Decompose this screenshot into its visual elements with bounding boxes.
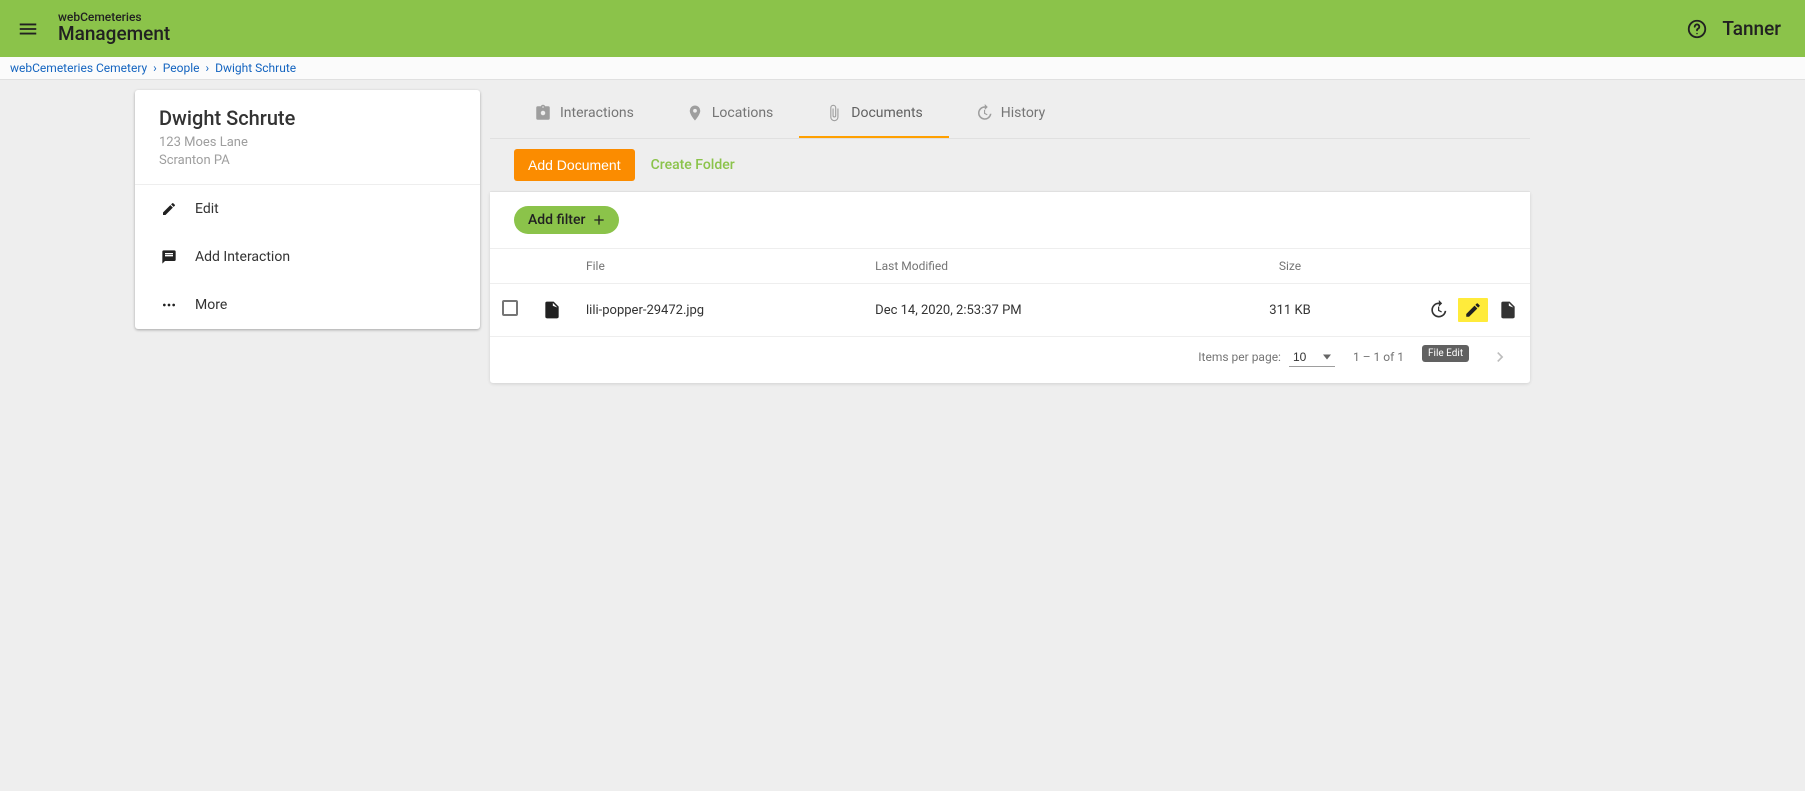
documents-content: Add filter File Last Modified Size xyxy=(490,192,1530,383)
tab-history[interactable]: History xyxy=(949,90,1072,138)
items-per-page: Items per page: 10 xyxy=(1198,348,1335,367)
pagination: Items per page: 10 1 – 1 of 1 File Edit xyxy=(490,337,1530,373)
file-edit-tooltip: File Edit xyxy=(1422,345,1469,362)
tab-bar: Interactions Locations Documents History xyxy=(490,90,1530,139)
file-icon xyxy=(542,300,562,320)
attachment-icon xyxy=(825,104,843,122)
row-history-icon[interactable] xyxy=(1428,300,1448,320)
last-modified-cell: Dec 14, 2020, 2:53:37 PM xyxy=(863,284,1210,337)
clipboard-icon xyxy=(534,104,552,122)
app-subtitle: webCemeteries xyxy=(58,11,1686,23)
row-edit-button[interactable] xyxy=(1458,298,1488,322)
plus-icon xyxy=(591,212,607,228)
more-label: More xyxy=(195,297,227,313)
file-name-cell: lili-popper-29472.jpg xyxy=(574,284,863,337)
tab-interactions[interactable]: Interactions xyxy=(508,90,660,138)
app-title: Management xyxy=(58,23,1686,46)
documents-toolbar: Add Document Create Folder xyxy=(490,139,1530,192)
next-page-icon[interactable] xyxy=(1490,347,1510,367)
tab-locations[interactable]: Locations xyxy=(660,90,799,138)
user-name[interactable]: Tanner xyxy=(1722,17,1781,40)
menu-icon[interactable] xyxy=(16,17,40,41)
person-card: Dwight Schrute 123 Moes Lane Scranton PA… xyxy=(135,90,480,329)
more-action[interactable]: More xyxy=(135,281,480,329)
edit-label: Edit xyxy=(195,201,219,217)
col-size[interactable]: Size xyxy=(1210,249,1370,284)
history-icon xyxy=(975,104,993,122)
row-document-icon[interactable] xyxy=(1498,300,1518,320)
filter-row: Add filter xyxy=(490,192,1530,248)
app-titles: webCemeteries Management xyxy=(58,11,1686,46)
pagination-range: 1 – 1 of 1 xyxy=(1353,350,1404,364)
main-panel: Interactions Locations Documents History xyxy=(490,90,1530,383)
table-row[interactable]: lili-popper-29472.jpg Dec 14, 2020, 2:53… xyxy=(490,284,1530,337)
app-header: webCemeteries Management Tanner xyxy=(0,0,1805,57)
tab-documents[interactable]: Documents xyxy=(799,90,948,138)
col-last-modified[interactable]: Last Modified xyxy=(863,249,1210,284)
pencil-icon xyxy=(159,199,179,219)
add-filter-chip[interactable]: Add filter xyxy=(514,206,619,234)
more-icon xyxy=(159,295,179,315)
help-icon[interactable] xyxy=(1686,18,1708,40)
items-per-page-select[interactable]: 10 xyxy=(1289,348,1335,367)
person-name: Dwight Schrute xyxy=(159,106,456,130)
breadcrumb-item-1[interactable]: People xyxy=(163,61,200,75)
add-document-button[interactable]: Add Document xyxy=(514,149,635,181)
breadcrumb-item-2[interactable]: Dwight Schrute xyxy=(215,61,296,75)
row-checkbox[interactable] xyxy=(502,300,518,316)
chat-icon xyxy=(159,247,179,267)
col-file[interactable]: File xyxy=(574,249,863,284)
add-interaction-action[interactable]: Add Interaction xyxy=(135,233,480,281)
edit-action[interactable]: Edit xyxy=(135,185,480,233)
breadcrumb: webCemeteries Cemetery › People › Dwight… xyxy=(0,57,1805,80)
documents-table: File Last Modified Size xyxy=(490,248,1530,337)
row-actions xyxy=(1382,298,1518,322)
location-icon xyxy=(686,104,704,122)
person-address-2: Scranton PA xyxy=(159,152,456,170)
create-folder-link[interactable]: Create Folder xyxy=(651,157,735,173)
add-interaction-label: Add Interaction xyxy=(195,249,290,265)
breadcrumb-item-0[interactable]: webCemeteries Cemetery xyxy=(10,61,147,75)
items-per-page-label: Items per page: xyxy=(1198,350,1281,364)
size-cell: 311 KB xyxy=(1210,284,1370,337)
person-address-1: 123 Moes Lane xyxy=(159,134,456,152)
